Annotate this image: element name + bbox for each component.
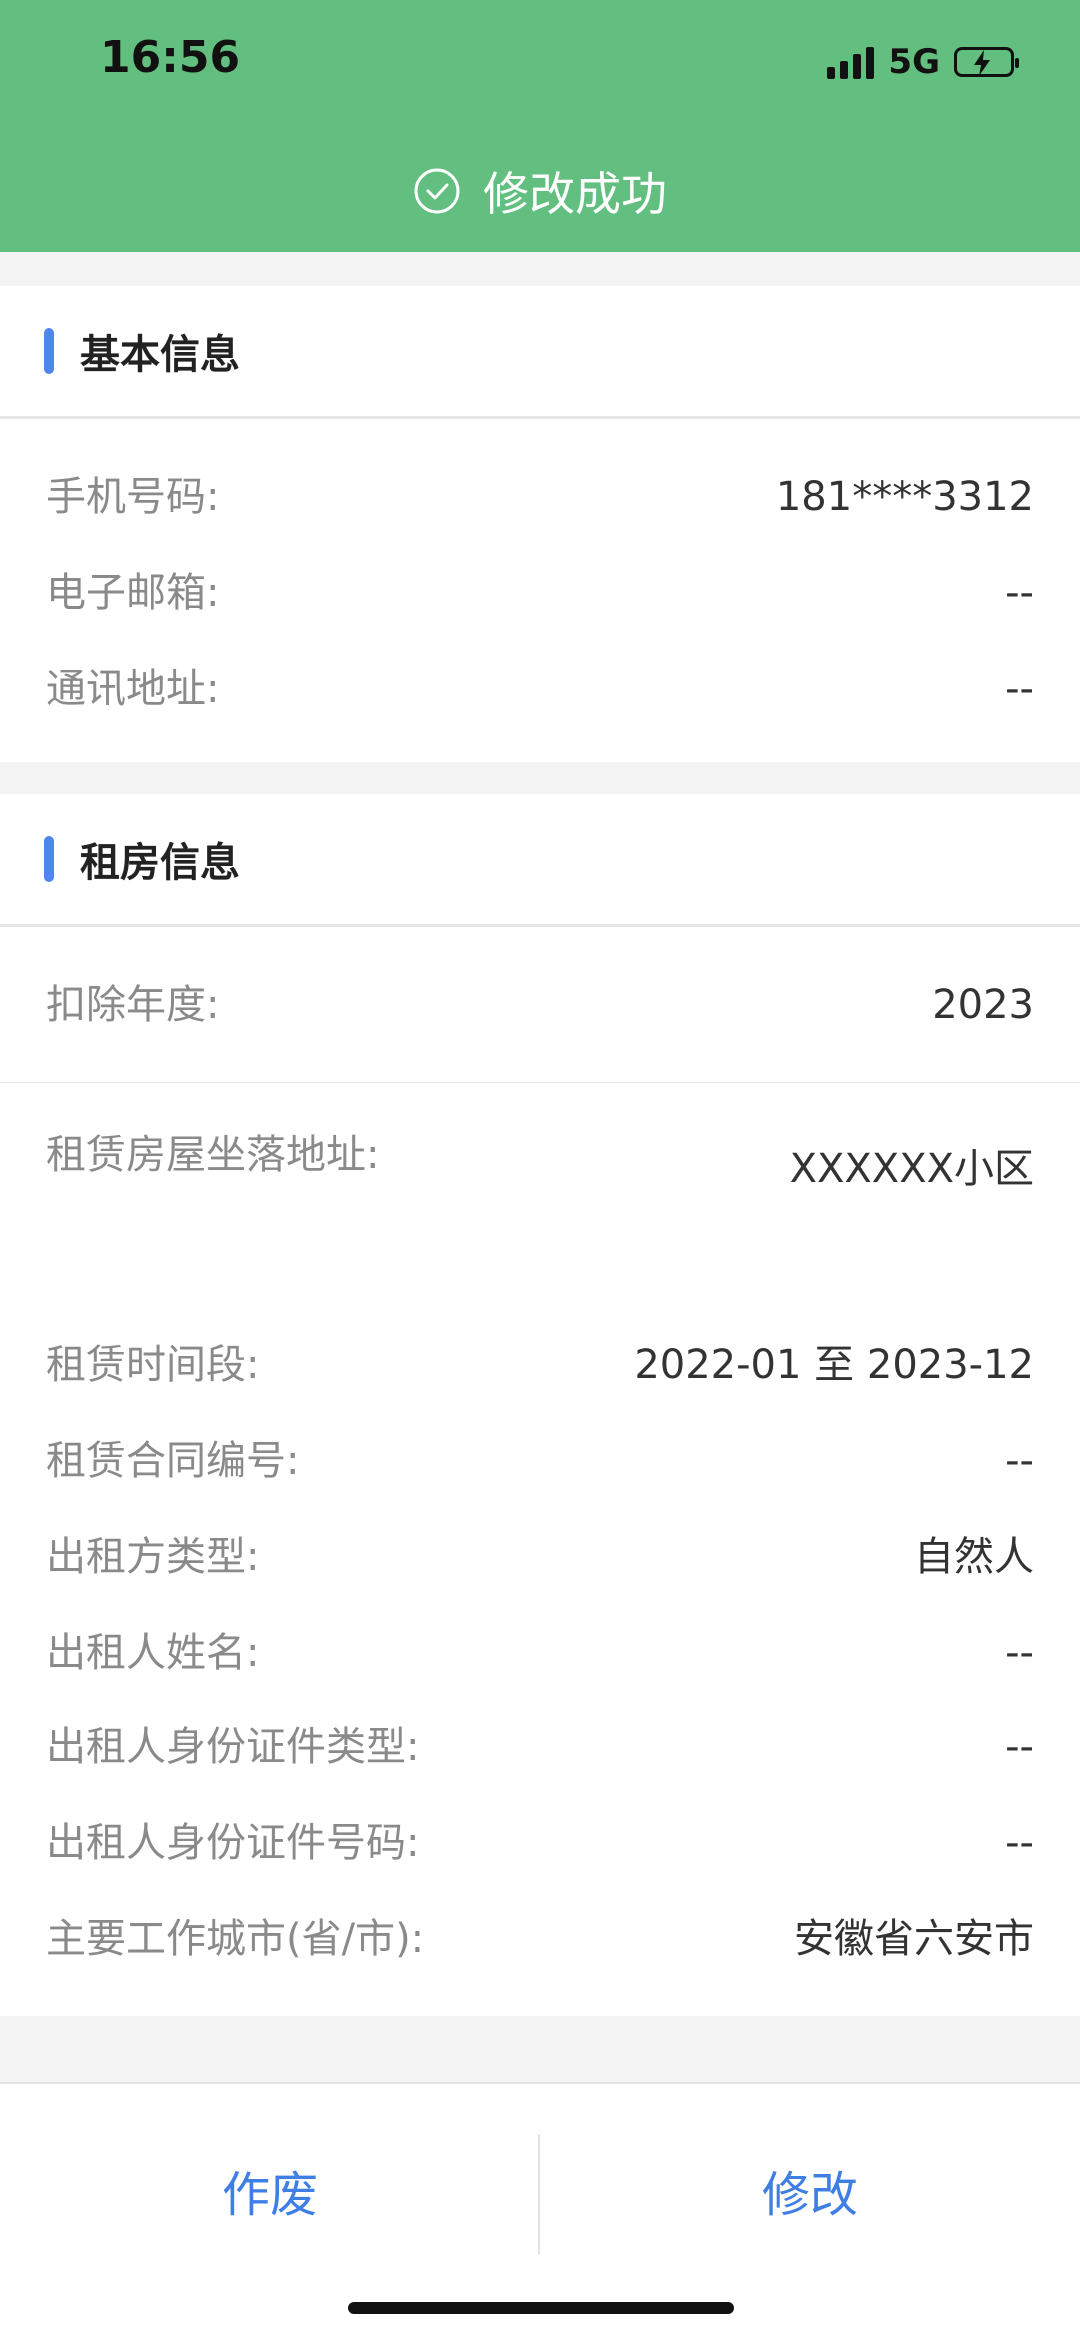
network-label: 5G (888, 42, 940, 82)
signal-icon (827, 45, 875, 79)
home-indicator[interactable] (348, 2302, 734, 2314)
lessor-type-row: 出租方类型: 自然人 (0, 1522, 1080, 1592)
success-toast: 修改成功 (0, 158, 1080, 224)
phone-label: 手机号码: (46, 474, 220, 520)
void-button[interactable]: 作废 (0, 2140, 540, 2250)
toast-message: 修改成功 (483, 167, 667, 221)
contract-number-value: -- (1005, 1438, 1034, 1484)
rental-info-card: 租房信息 扣除年度: 2023 租赁房屋坐落地址: XXXXXX小区 租赁时间段… (0, 794, 1080, 2016)
rental-period-label: 租赁时间段: (46, 1342, 260, 1388)
email-row: 电子邮箱: -- (0, 558, 1080, 628)
deduction-year-label: 扣除年度: (46, 982, 220, 1028)
address-value: -- (1005, 666, 1034, 712)
status-time: 16:56 (100, 32, 241, 83)
bottom-action-bar: 作废 修改 (0, 2082, 1080, 2338)
lessor-id-number-value: -- (1005, 1820, 1034, 1866)
lessor-id-number-label: 出租人身份证件号码: (46, 1820, 420, 1866)
email-value: -- (1005, 570, 1034, 616)
basic-info-card: 基本信息 手机号码: 181****3312 电子邮箱: -- 通讯地址: -- (0, 286, 1080, 762)
success-header: 16:56 5G 修改成功 (0, 0, 1080, 252)
rental-info-header: 租房信息 (0, 794, 1080, 927)
lessor-name-value: -- (1005, 1630, 1034, 1676)
lessor-name-label: 出租人姓名: (46, 1630, 260, 1676)
lessor-id-type-label: 出租人身份证件类型: (46, 1724, 420, 1770)
edit-button[interactable]: 修改 (540, 2140, 1080, 2250)
contract-number-row: 租赁合同编号: -- (0, 1426, 1080, 1496)
email-label: 电子邮箱: (46, 570, 220, 616)
phone-value: 181****3312 (775, 474, 1034, 520)
work-city-value: 安徽省六安市 (794, 1916, 1034, 1962)
section-accent-bar (44, 836, 54, 882)
rental-address-row: 租赁房屋坐落地址: XXXXXX小区 (0, 1120, 1080, 1192)
lessor-id-number-row: 出租人身份证件号码: -- (0, 1808, 1080, 1878)
lessor-type-value: 自然人 (914, 1534, 1034, 1580)
deduction-year-row: 扣除年度: 2023 (0, 970, 1080, 1040)
section-accent-bar (44, 328, 54, 374)
check-circle-icon (414, 168, 460, 214)
lessor-id-type-row: 出租人身份证件类型: -- (0, 1712, 1080, 1782)
status-icons: 5G (827, 38, 1019, 86)
deduction-year-value: 2023 (932, 982, 1034, 1028)
basic-info-header: 基本信息 (0, 286, 1080, 419)
work-city-row: 主要工作城市(省/市): 安徽省六安市 (0, 1904, 1080, 1974)
row-divider (0, 1082, 1080, 1083)
work-city-label: 主要工作城市(省/市): (46, 1916, 425, 1962)
basic-info-title: 基本信息 (80, 332, 240, 378)
lessor-type-label: 出租方类型: (46, 1534, 260, 1580)
phone-row: 手机号码: 181****3312 (0, 462, 1080, 532)
rental-period-value: 2022-01 至 2023-12 (634, 1342, 1034, 1388)
rental-address-label: 租赁房屋坐落地址: (46, 1132, 380, 1178)
rental-info-title: 租房信息 (80, 840, 240, 886)
address-row: 通讯地址: -- (0, 654, 1080, 724)
rental-period-row: 租赁时间段: 2022-01 至 2023-12 (0, 1330, 1080, 1400)
rental-address-value: XXXXXX小区 (789, 1146, 1034, 1192)
contract-number-label: 租赁合同编号: (46, 1438, 300, 1484)
address-label: 通讯地址: (46, 666, 220, 712)
lessor-id-type-value: -- (1005, 1724, 1034, 1770)
battery-charging-icon (954, 47, 1019, 77)
lessor-name-row: 出租人姓名: -- (0, 1618, 1080, 1688)
